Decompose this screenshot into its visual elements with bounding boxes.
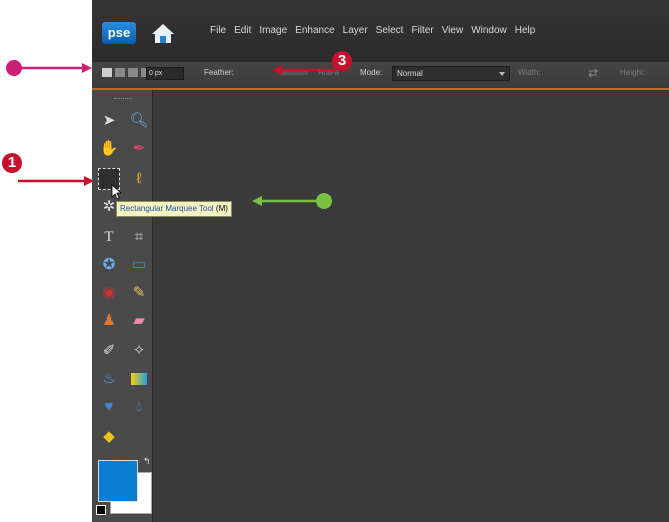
swap-colors-icon[interactable]: ↰ <box>143 456 151 467</box>
callout-arrow-step-1 <box>18 176 94 186</box>
hand-tool[interactable]: ✋ <box>98 138 120 160</box>
lasso-icon: ℓ <box>136 170 142 187</box>
mode-label: Mode: <box>360 68 383 77</box>
menu-window[interactable]: Window <box>471 25 507 36</box>
app-logo: pse <box>102 22 136 44</box>
step-1-badge: 1 <box>2 153 22 173</box>
feather-input[interactable] <box>146 67 184 80</box>
callout-dot-green <box>316 193 332 209</box>
width-label: Width: <box>518 68 541 77</box>
red-eye-icon: ◉ <box>102 284 116 301</box>
spot-healing-tool[interactable]: ✎ <box>128 282 150 304</box>
callout-arrow-step-3 <box>272 65 336 75</box>
gradient-tool[interactable] <box>128 368 150 390</box>
swap-icon[interactable]: ⇄ <box>588 66 598 80</box>
home-button[interactable] <box>148 18 178 48</box>
type-tool[interactable]: T <box>98 226 120 248</box>
crop-icon: ⌗ <box>134 228 144 245</box>
callout-arrow-magenta <box>20 63 92 73</box>
eraser-tool[interactable]: ▰ <box>128 310 150 332</box>
tooltip-shortcut: (M) <box>215 204 228 213</box>
menu-view[interactable]: View <box>442 25 464 36</box>
menu-list: File Edit Image Enhance Layer Select Fil… <box>210 25 535 36</box>
menu-filter[interactable]: Filter <box>411 25 433 36</box>
sponge-tool[interactable]: ◆ <box>98 426 120 448</box>
shape-tool[interactable]: ♥ <box>98 396 120 418</box>
menu-help[interactable]: Help <box>515 25 536 36</box>
subtract-selection-icon[interactable] <box>128 68 138 77</box>
crop-tool[interactable]: ⌗ <box>128 226 150 248</box>
move-icon: ➤ <box>102 112 116 129</box>
eyedropper-icon: ✒ <box>132 140 146 157</box>
chevron-down-icon <box>499 72 505 76</box>
callout-arrow-green <box>252 196 318 206</box>
paint-bucket-icon: ♨ <box>102 370 116 387</box>
eraser-icon: ▰ <box>133 312 145 329</box>
brush-icon: ✐ <box>102 342 116 359</box>
spot-healing-icon: ✎ <box>132 284 146 301</box>
straighten-icon: ▭ <box>131 256 147 273</box>
blur-tool[interactable]: 💧︎ <box>128 396 150 418</box>
type-icon: T <box>104 229 114 245</box>
smart-brush-tool[interactable]: ✧ <box>128 340 150 362</box>
panel-grip[interactable] <box>114 98 132 101</box>
paint-bucket-tool[interactable]: ♨ <box>98 368 120 390</box>
mouse-cursor-icon <box>111 184 121 200</box>
add-selection-icon[interactable] <box>115 68 125 77</box>
zoom-icon: 🔍︎ <box>129 112 149 129</box>
tooltip-text: Rectangular Marquee Tool <box>120 204 214 213</box>
height-label: Height: <box>620 68 646 77</box>
move-tool[interactable]: ➤ <box>98 110 120 132</box>
menu-file[interactable]: File <box>210 25 226 36</box>
eyedropper-tool[interactable]: ✒ <box>128 138 150 160</box>
zoom-tool[interactable]: 🔍︎ <box>128 110 150 132</box>
straighten-tool[interactable]: ▭ <box>128 254 150 276</box>
hand-icon: ✋ <box>99 140 119 157</box>
cookie-cutter-tool[interactable]: ✪ <box>98 254 120 276</box>
default-colors-icon[interactable] <box>96 505 106 515</box>
selection-mode-buttons <box>102 68 151 77</box>
menu-select[interactable]: Select <box>376 25 404 36</box>
gradient-icon <box>131 373 147 385</box>
red-eye-tool[interactable]: ◉ <box>98 282 120 304</box>
menu-layer[interactable]: Layer <box>343 25 368 36</box>
sponge-icon: ◆ <box>103 428 115 445</box>
feather-label: Feather: <box>204 68 234 77</box>
lasso-tool[interactable]: ℓ <box>128 168 150 190</box>
menu-bar: pse File Edit Image Enhance Layer Select… <box>92 0 669 62</box>
new-selection-icon[interactable] <box>102 68 112 77</box>
clone-stamp-tool[interactable]: ♟ <box>98 310 120 332</box>
foreground-color-swatch-front[interactable] <box>98 460 138 502</box>
mode-value: Normal <box>397 69 423 78</box>
canvas-area[interactable] <box>154 90 669 522</box>
cookie-cutter-icon: ✪ <box>102 256 116 273</box>
blur-icon: 💧︎ <box>135 398 142 415</box>
menu-edit[interactable]: Edit <box>234 25 251 36</box>
clone-stamp-icon: ♟ <box>102 312 116 329</box>
heart-shape-icon: ♥ <box>104 398 114 415</box>
menu-image[interactable]: Image <box>259 25 287 36</box>
smart-brush-icon: ✧ <box>132 342 146 359</box>
home-icon <box>152 24 174 43</box>
tool-tooltip: Rectangular Marquee Tool (M) <box>116 201 232 217</box>
menu-enhance[interactable]: Enhance <box>295 25 334 36</box>
mode-select[interactable]: Normal <box>392 66 510 81</box>
brush-tool[interactable]: ✐ <box>98 340 120 362</box>
